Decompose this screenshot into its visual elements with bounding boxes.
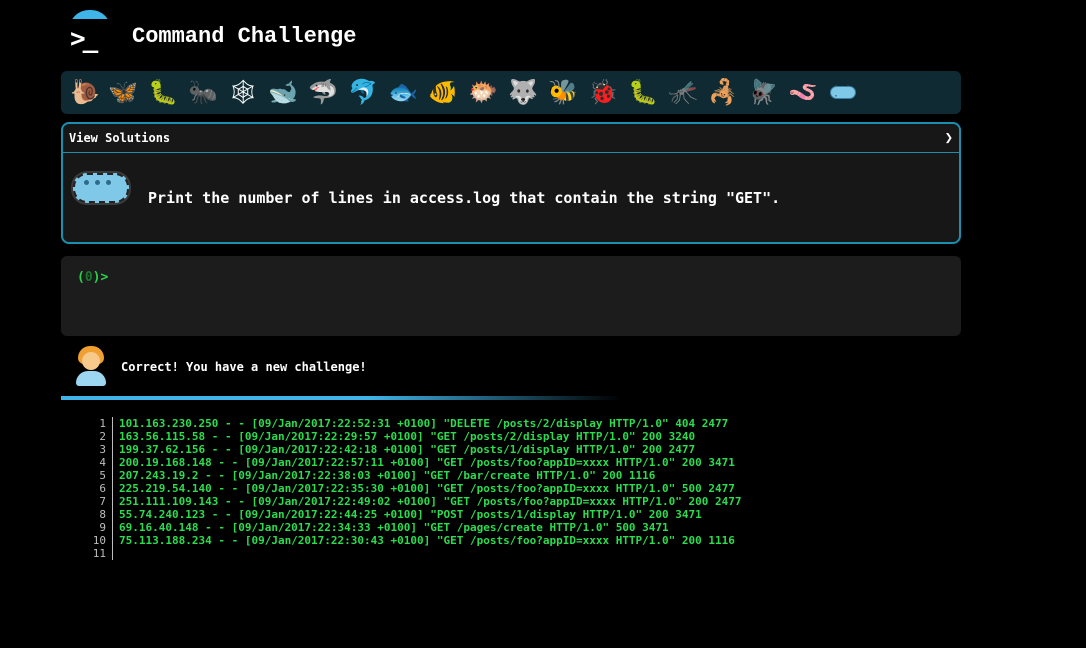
line-text: 163.56.115.58 - - [09/Jan/2017:22:29:57 … <box>119 430 696 443</box>
creature-whale-icon[interactable]: 🐋 <box>267 77 299 107</box>
progress-bar <box>61 396 621 400</box>
file-line: 5 207.243.19.2 - - [09/Jan/2017:22:38:03 … <box>80 469 880 482</box>
person-icon <box>74 346 108 386</box>
line-text: 207.243.19.2 - - [09/Jan/2017:22:38:03 +… <box>119 469 656 482</box>
line-text: 251.111.109.143 - - [09/Jan/2017:22:49:0… <box>119 495 742 508</box>
line-number: 8 <box>80 508 113 521</box>
file-line: 6 225.219.54.140 - - [09/Jan/2017:22:35:3… <box>80 482 880 495</box>
level-bar: 🐌 🦋 🐛 🐜 🕸 🐋 🦈 🐬 🐟 🐠 🐡 🐺 🐝 🐞 🐛 🦟 🦂 🪰 🪱 <box>61 71 961 114</box>
line-text: 75.113.188.234 - - [09/Jan/2017:22:30:43… <box>119 534 735 547</box>
logo[interactable]: >_ <box>66 8 116 54</box>
creature-fish-icon[interactable]: 🐟 <box>387 77 419 107</box>
file-line: 9 69.16.40.148 - - [09/Jan/2017:22:34:33 … <box>80 521 880 534</box>
chevron-right-icon: ❯ <box>944 130 953 146</box>
creature-mosquito-icon[interactable]: 🦟 <box>667 77 699 107</box>
file-viewer: 1 101.163.230.250 - - [09/Jan/2017:22:52:… <box>80 417 880 560</box>
line-text: 200.19.168.148 - - [09/Jan/2017:22:57:11… <box>119 456 735 469</box>
line-number: 6 <box>80 482 113 495</box>
line-text: 55.74.240.123 - - [09/Jan/2017:22:44:25 … <box>119 508 702 521</box>
file-line: 11 <box>80 547 880 560</box>
creature-ant-icon[interactable]: 🐜 <box>187 77 219 107</box>
line-number: 10 <box>80 534 113 547</box>
terminal-prompt-icon: >_ <box>70 24 98 54</box>
terminal-prompt: (0)> <box>77 270 109 285</box>
line-number: 3 <box>80 443 113 456</box>
terminal-input[interactable]: (0)> <box>61 256 961 336</box>
page-title: Command Challenge <box>132 24 357 49</box>
challenge-text: Print the number of lines in access.log … <box>148 189 781 207</box>
file-line: 4 200.19.168.148 - - [09/Jan/2017:22:57:1… <box>80 456 880 469</box>
line-number: 4 <box>80 456 113 469</box>
view-solutions-label: View Solutions <box>69 131 171 145</box>
creature-snail-icon[interactable]: 🐌 <box>69 77 101 107</box>
creature-shark-icon[interactable]: 🦈 <box>307 77 339 107</box>
creature-microbe-icon[interactable] <box>827 77 859 107</box>
view-solutions-toggle[interactable]: View Solutions ❯ <box>63 124 959 153</box>
attempt-count: 0 <box>84 270 93 285</box>
file-line: 1 101.163.230.250 - - [09/Jan/2017:22:52:… <box>80 417 880 430</box>
file-line: 10 75.113.188.234 - - [09/Jan/2017:22:30:… <box>80 534 880 547</box>
line-number: 11 <box>80 547 113 560</box>
creature-spider-web-icon[interactable]: 🕸 <box>227 77 259 107</box>
line-text: 199.37.62.156 - - [09/Jan/2017:22:42:18 … <box>119 443 696 456</box>
creature-fly-icon[interactable]: 🪰 <box>747 77 779 107</box>
file-line: 2 163.56.115.58 - - [09/Jan/2017:22:29:57… <box>80 430 880 443</box>
result-message: Correct! You have a new challenge! <box>121 360 367 374</box>
line-text <box>113 547 119 560</box>
line-number: 5 <box>80 469 113 482</box>
creature-scorpion-icon[interactable]: 🦂 <box>707 77 739 107</box>
creature-tropical-fish-icon[interactable]: 🐠 <box>427 77 459 107</box>
line-number: 1 <box>80 417 113 430</box>
line-text: 101.163.230.250 - - [09/Jan/2017:22:52:3… <box>119 417 729 430</box>
microbe-icon <box>73 173 129 203</box>
creature-dolphin-icon[interactable]: 🐬 <box>347 77 379 107</box>
challenge-panel: View Solutions ❯ Print the number of lin… <box>61 122 961 244</box>
line-number: 9 <box>80 521 113 534</box>
file-line: 7 251.111.109.143 - - [09/Jan/2017:22:49:… <box>80 495 880 508</box>
line-text: 69.16.40.148 - - [09/Jan/2017:22:34:33 +… <box>119 521 669 534</box>
creature-butterfly-icon[interactable]: 🦋 <box>107 77 139 107</box>
file-line: 3 199.37.62.156 - - [09/Jan/2017:22:42:18… <box>80 443 880 456</box>
line-number: 2 <box>80 430 113 443</box>
creature-wolf-icon[interactable]: 🐺 <box>507 77 539 107</box>
line-text: 225.219.54.140 - - [09/Jan/2017:22:35:30… <box>119 482 735 495</box>
creature-blowfish-icon[interactable]: 🐡 <box>467 77 499 107</box>
creature-caterpillar-icon[interactable]: 🐛 <box>147 77 179 107</box>
creature-worm-icon[interactable]: 🐛 <box>627 77 659 107</box>
line-number: 7 <box>80 495 113 508</box>
file-line: 8 55.74.240.123 - - [09/Jan/2017:22:44:25… <box>80 508 880 521</box>
creature-worm-pink-icon[interactable]: 🪱 <box>787 77 819 107</box>
creature-ladybug-icon[interactable]: 🐞 <box>587 77 619 107</box>
creature-bee-icon[interactable]: 🐝 <box>547 77 579 107</box>
